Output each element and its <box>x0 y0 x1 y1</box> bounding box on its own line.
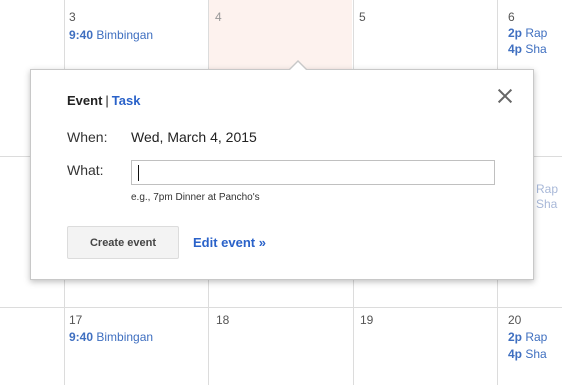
tab-task[interactable]: Task <box>112 93 141 108</box>
event-title: Bimbingan <box>96 330 154 344</box>
popup-tabs: Event | Task <box>67 93 140 108</box>
day-number-3[interactable]: 3 <box>69 10 76 24</box>
create-event-button[interactable]: Create event <box>67 226 179 259</box>
event-time: 4p <box>508 42 526 56</box>
calendar-event[interactable]: 9:40 Bimbingan <box>69 28 205 42</box>
calendar-event[interactable]: 4p Sha <box>508 42 562 56</box>
day-number-18[interactable]: 18 <box>216 313 229 327</box>
day-number-6[interactable]: 6 <box>508 10 515 24</box>
quick-add-popup: Event | Task When: Wed, March 4, 2015 What… <box>30 60 534 280</box>
event-time: 9:40 <box>69 28 97 42</box>
calendar-event[interactable]: Rap <box>536 182 562 196</box>
day-number-19[interactable]: 19 <box>360 313 373 327</box>
calendar-event[interactable]: 2p Rap <box>508 330 562 344</box>
event-time: 2p <box>508 26 526 40</box>
what-label: What: <box>67 162 104 178</box>
calendar-event[interactable]: 4p Sha <box>508 347 562 361</box>
grid-line <box>0 307 562 308</box>
text-caret <box>138 165 139 181</box>
tab-separator: | <box>105 93 109 108</box>
day-number-20[interactable]: 20 <box>508 313 521 327</box>
what-hint: e.g., 7pm Dinner at Pancho's <box>131 192 260 203</box>
today-highlight <box>209 0 352 70</box>
day-number-5[interactable]: 5 <box>359 10 366 24</box>
event-title: Rap <box>525 330 548 344</box>
event-title: Sha <box>525 347 547 361</box>
day-number-17[interactable]: 17 <box>69 313 82 327</box>
day-number-4[interactable]: 4 <box>215 10 222 24</box>
popup-arrow-inner <box>289 62 307 71</box>
what-input[interactable] <box>131 160 495 185</box>
edit-event-link[interactable]: Edit event » <box>193 235 266 250</box>
calendar-event[interactable]: 2p Rap <box>508 26 562 40</box>
calendar-event[interactable]: Sha <box>536 197 562 211</box>
event-time: 2p <box>508 330 526 344</box>
event-time: 9:40 <box>69 330 97 344</box>
event-title: Sha <box>525 42 547 56</box>
when-label: When: <box>67 129 108 145</box>
tab-event[interactable]: Event <box>67 93 102 108</box>
event-title: Rap <box>525 26 548 40</box>
when-value: Wed, March 4, 2015 <box>131 129 257 145</box>
calendar-event[interactable]: 9:40 Bimbingan <box>69 330 205 344</box>
event-title: Bimbingan <box>96 28 154 42</box>
close-icon[interactable] <box>497 88 513 104</box>
event-time: 4p <box>508 347 526 361</box>
